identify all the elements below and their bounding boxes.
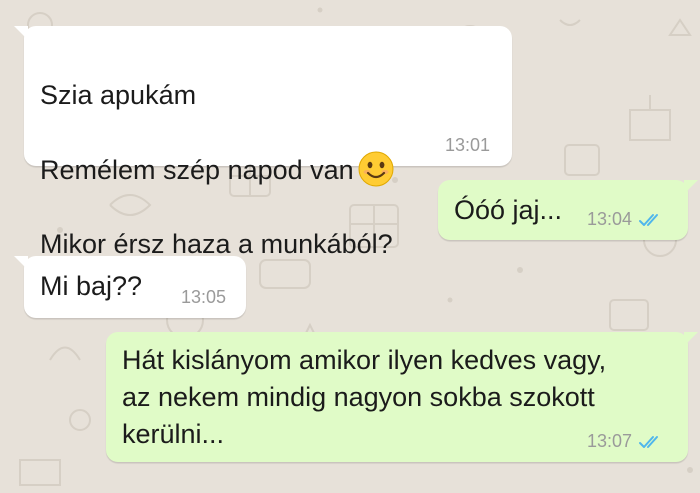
bubble-tail (684, 332, 698, 346)
message-bubble-outgoing[interactable]: Hát kislányom amikor ilyen kedves vagy, … (106, 332, 698, 462)
message-meta: 13:01 (445, 135, 490, 156)
message-bubble-incoming[interactable]: Szia apukám Remélem szép napod van Mikor… (14, 26, 512, 259)
message-line: Remélem szép napod van (40, 151, 394, 189)
message-line: Szia apukám (40, 80, 197, 110)
message-text: Mi baj?? (40, 271, 143, 301)
message-meta: 13:07 (587, 431, 666, 452)
bubble-tail (14, 26, 28, 40)
bubble-tail (684, 180, 698, 194)
message-time: 13:07 (586, 431, 632, 451)
message-text: Hát kislányom amikor ilyen kedves vagy, … (122, 345, 607, 449)
message-bubble-incoming[interactable]: Mi baj?? 13:05 (14, 256, 246, 318)
smiling-face-emoji (358, 151, 394, 187)
read-double-check-icon (639, 213, 658, 226)
message-meta: 13:04 (587, 209, 666, 230)
message-bubble-outgoing[interactable]: Óóó jaj... 13:04 (438, 180, 698, 240)
message-time: 13:01 (444, 135, 490, 155)
message-time: 13:05 (180, 287, 226, 307)
bubble-tail (14, 256, 28, 270)
message-time: 13:04 (586, 209, 632, 229)
read-double-check-icon (639, 435, 658, 448)
message-text: Óóó jaj... (454, 195, 563, 225)
message-meta: 13:05 (181, 287, 226, 308)
